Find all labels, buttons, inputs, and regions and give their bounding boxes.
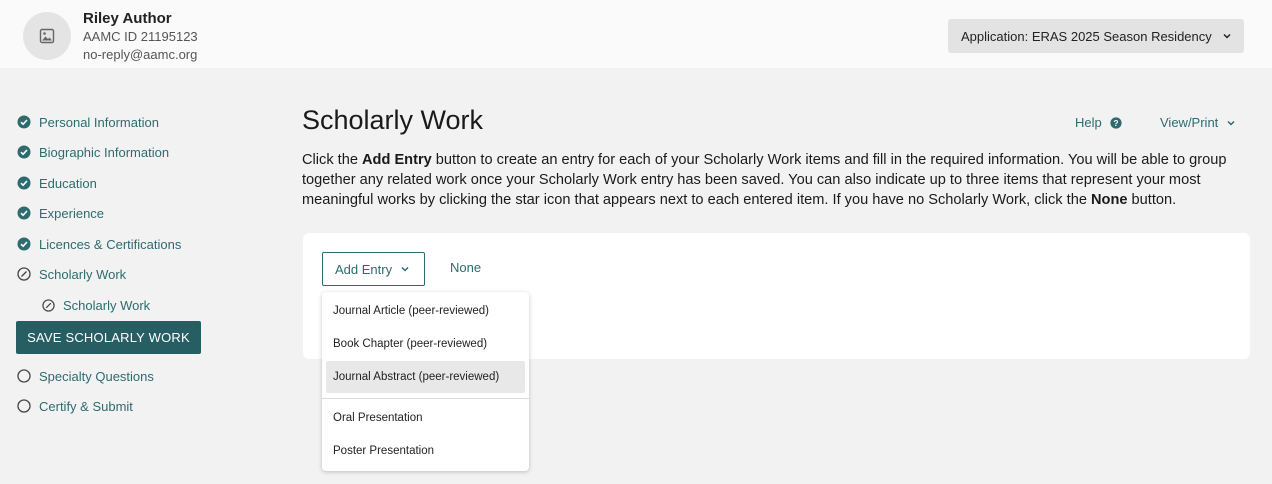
sidebar-item-label: Specialty Questions xyxy=(39,368,154,384)
sidebar-item-label: Scholarly Work xyxy=(63,297,151,313)
add-entry-dropdown-menu: Journal Article (peer-reviewed) Book Cha… xyxy=(322,292,529,471)
save-scholarly-work-button[interactable]: SAVE SCHOLARLY WORK xyxy=(16,321,201,354)
question-circle-icon: ? xyxy=(1110,116,1122,129)
sidebar-item-experience[interactable]: Experience xyxy=(17,203,104,223)
user-email: no-reply@aamc.org xyxy=(83,47,198,62)
empty-circle-icon xyxy=(17,399,31,413)
sidebar-subitem-scholarly-work[interactable]: Scholarly Work xyxy=(42,295,150,315)
chevron-down-icon xyxy=(400,264,410,274)
menu-item-oral-presentation[interactable]: Oral Presentation xyxy=(322,402,529,434)
menu-item-book-chapter[interactable]: Book Chapter (peer-reviewed) xyxy=(322,328,529,360)
sidebar-item-label: Certify & Submit xyxy=(39,398,133,414)
svg-text:?: ? xyxy=(1113,118,1118,128)
avatar xyxy=(23,12,71,60)
check-circle-icon xyxy=(17,206,31,220)
view-print-label: View/Print xyxy=(1160,115,1219,130)
sidebar-item-label: Scholarly Work xyxy=(39,266,127,282)
application-select-label: Application: ERAS 2025 Season Residency xyxy=(961,28,1212,44)
sidebar-item-scholarly-work[interactable]: Scholarly Work xyxy=(17,264,126,284)
sidebar-item-licences-certifications[interactable]: Licences & Certifications xyxy=(17,234,181,254)
menu-item-journal-abstract[interactable]: Journal Abstract (peer-reviewed) xyxy=(326,361,525,393)
page-title: Scholarly Work xyxy=(302,105,484,135)
user-aamc-id: AAMC ID 21195123 xyxy=(83,29,198,44)
none-button[interactable]: None xyxy=(450,260,481,275)
top-bar: Riley Author AAMC ID 21195123 no-reply@a… xyxy=(0,0,1272,68)
sidebar-item-biographic-information[interactable]: Biographic Information xyxy=(17,142,169,162)
sidebar-item-certify-submit[interactable]: Certify & Submit xyxy=(17,396,133,416)
menu-divider xyxy=(322,398,529,399)
check-circle-icon xyxy=(17,237,31,251)
sidebar-item-label: Licences & Certifications xyxy=(39,236,182,252)
sidebar-item-education[interactable]: Education xyxy=(17,173,97,193)
chevron-down-icon xyxy=(1226,118,1236,128)
check-circle-icon xyxy=(17,145,31,159)
sidebar-item-label: Education xyxy=(39,175,97,191)
view-print-menu[interactable]: View/Print xyxy=(1160,115,1236,130)
image-placeholder-icon xyxy=(39,28,55,44)
help-label: Help xyxy=(1075,115,1102,130)
help-link[interactable]: Help ? xyxy=(1075,115,1122,130)
add-entry-label: Add Entry xyxy=(335,261,393,277)
sidebar-item-label: Experience xyxy=(39,205,105,221)
check-circle-icon xyxy=(17,115,31,129)
menu-item-journal-article[interactable]: Journal Article (peer-reviewed) xyxy=(322,295,529,327)
add-entry-button[interactable]: Add Entry xyxy=(322,252,425,286)
sidebar-item-label: Personal Information xyxy=(39,114,159,130)
user-name: Riley Author xyxy=(83,10,172,27)
intro-text: Click the Add Entry button to create an … xyxy=(302,152,1227,208)
empty-circle-icon xyxy=(17,369,31,383)
chevron-down-icon xyxy=(1222,31,1232,41)
application-select[interactable]: Application: ERAS 2025 Season Residency xyxy=(948,19,1244,53)
sidebar-item-specialty-questions[interactable]: Specialty Questions xyxy=(17,366,154,386)
check-circle-icon xyxy=(17,176,31,190)
in-progress-circle-icon xyxy=(42,298,55,312)
sidebar-item-personal-information[interactable]: Personal Information xyxy=(17,112,159,132)
sidebar-item-label: Biographic Information xyxy=(39,144,170,160)
menu-item-poster-presentation[interactable]: Poster Presentation xyxy=(322,435,529,467)
in-progress-circle-icon xyxy=(17,267,31,281)
